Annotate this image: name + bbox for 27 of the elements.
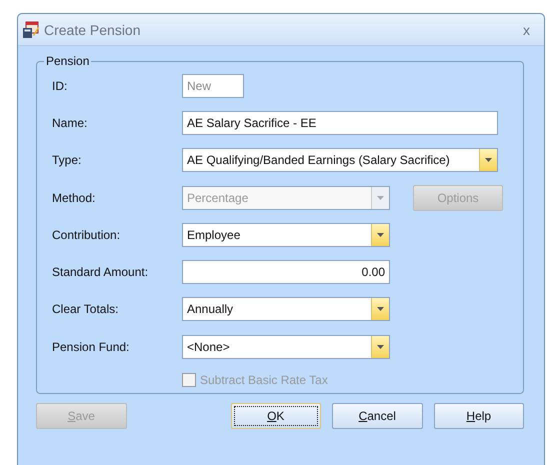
input-field[interactable]: 0.00: [182, 260, 390, 284]
caret-icon: [485, 158, 492, 162]
checkbox-label: Subtract Basic Rate Tax: [200, 373, 328, 387]
window-title: Create Pension: [44, 22, 142, 38]
caret-icon: [377, 196, 384, 200]
field-label: ID:: [52, 79, 68, 93]
field-label: Method:: [52, 191, 96, 205]
calendar-calculator-icon: [22, 20, 40, 38]
field-label: Contribution:: [52, 228, 122, 242]
field-label: Pension Fund:: [52, 340, 130, 354]
dropdown-field[interactable]: <None>: [182, 335, 390, 359]
input-field[interactable]: AE Salary Sacrifice - EE: [182, 111, 498, 135]
dropdown-field[interactable]: Annually: [182, 297, 390, 321]
field-label: Standard Amount:: [52, 265, 150, 279]
group-title: Pension: [45, 54, 90, 68]
dialog-button[interactable]: Cancel: [332, 403, 422, 429]
dropdown-field[interactable]: AE Qualifying/Banded Earnings (Salary Sacrifice): [182, 148, 498, 172]
dialog-button[interactable]: Help: [434, 403, 524, 429]
caret-icon: [377, 345, 384, 349]
field-label: Clear Totals:: [52, 302, 120, 316]
field-label: Type:: [52, 153, 82, 167]
caret-icon: [377, 233, 384, 237]
dialog-button[interactable]: OK: [230, 403, 321, 429]
field-label: Name:: [52, 116, 88, 130]
caret-icon: [377, 307, 384, 311]
close-button[interactable]: x: [519, 22, 534, 38]
dropdown-field[interactable]: Employee: [182, 223, 390, 247]
